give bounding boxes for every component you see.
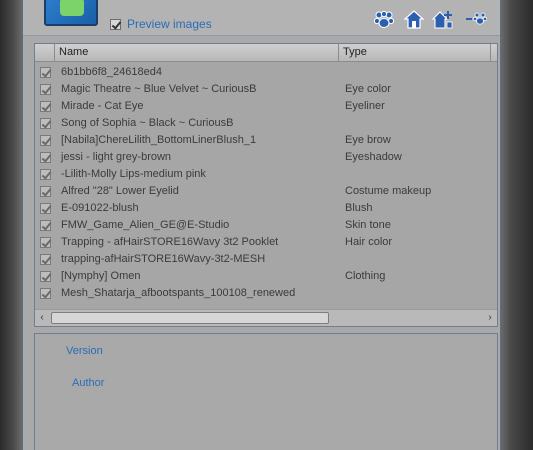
item-checkbox[interactable] — [40, 101, 51, 112]
main-panel: Preview images Name Type 6b1bb6f8_24618e… — [22, 0, 501, 450]
list-item[interactable]: Mirade - Cat Eye Eyeliner — [35, 98, 497, 115]
window-frame-left — [0, 0, 22, 450]
minus-paw-icon[interactable] — [465, 8, 488, 30]
item-name: Song of Sophia ~ Black ~ CuriousB — [61, 117, 234, 129]
list-item[interactable]: trapping-afHairSTORE16Wavy-3t2-MESH — [35, 251, 497, 268]
item-checkbox[interactable] — [40, 169, 51, 180]
item-name: trapping-afHairSTORE16Wavy-3t2-MESH — [61, 253, 266, 265]
item-checkbox[interactable] — [40, 271, 51, 282]
header-name[interactable]: Name — [55, 44, 339, 61]
house-icon[interactable] — [403, 8, 425, 30]
item-checkbox[interactable] — [40, 186, 51, 197]
item-type: Clothing — [345, 270, 386, 282]
item-checkbox[interactable] — [40, 237, 51, 248]
header-type[interactable]: Type — [339, 44, 491, 61]
item-name: [Nabila]ChereLilith_BottomLinerBlush_1 — [61, 134, 257, 146]
item-name: jessi - light grey-brown — [61, 151, 172, 163]
item-name: [Nymphy] Omen — [61, 270, 141, 282]
list-item[interactable]: E-091022-blush Blush — [35, 200, 497, 217]
list-item[interactable]: FMW_Game_Alien_GE@E-Studio Skin tone — [35, 217, 497, 234]
item-type: Eyeliner — [345, 100, 385, 112]
preview-images-checkbox[interactable] — [110, 19, 121, 30]
item-name: Mirade - Cat Eye — [61, 100, 144, 112]
list-rows: 6b1bb6f8_24618ed4 Magic Theatre ~ Blue Ve… — [35, 64, 497, 302]
item-type: Skin tone — [345, 219, 391, 231]
list-item[interactable]: jessi - light grey-brown Eyeshadow — [35, 149, 497, 166]
app-logo — [44, 0, 98, 26]
item-checkbox[interactable] — [40, 220, 51, 231]
item-checkbox[interactable] — [40, 288, 51, 299]
list-item[interactable]: Song of Sophia ~ Black ~ CuriousB — [35, 115, 497, 132]
list-header: Name Type — [35, 44, 497, 62]
scroll-right-arrow[interactable]: › — [483, 310, 497, 326]
item-name: FMW_Game_Alien_GE@E-Studio — [61, 219, 230, 231]
scroll-left-arrow[interactable]: ‹ — [35, 310, 49, 326]
item-checkbox[interactable] — [40, 254, 51, 265]
item-name: E-091022-blush — [61, 202, 139, 214]
version-label: Version — [66, 345, 103, 357]
item-name: Magic Theatre ~ Blue Velvet ~ CuriousB — [61, 83, 257, 95]
paw-icon[interactable] — [373, 8, 395, 30]
scrollbar-thumb[interactable] — [51, 312, 329, 324]
list-item[interactable]: [Nymphy] Omen Clothing — [35, 268, 497, 285]
item-name: 6b1bb6f8_24618ed4 — [61, 66, 162, 78]
list-item[interactable]: Alfred "28" Lower Eyelid Costume makeup — [35, 183, 497, 200]
item-type: Blush — [345, 202, 373, 214]
house-plus-icon[interactable] — [431, 8, 454, 30]
item-checkbox[interactable] — [40, 84, 51, 95]
preview-images-label[interactable]: Preview images — [127, 17, 212, 31]
list-item[interactable]: Trapping - afHairSTORE16Wavy 3t2 Pooklet… — [35, 234, 497, 251]
info-panel: Version Author — [34, 333, 498, 450]
item-checkbox[interactable] — [40, 152, 51, 163]
logo-glyph — [60, 0, 84, 16]
list-item[interactable]: -Lilith-Molly Lips-medium pink — [35, 166, 497, 183]
item-type: Eyeshadow — [345, 151, 402, 163]
item-checkbox[interactable] — [40, 203, 51, 214]
list-item[interactable]: Mesh_Shatarja_afbootspants_100108_renewe… — [35, 285, 497, 302]
item-type: Eye color — [345, 83, 391, 95]
item-checkbox[interactable] — [40, 67, 51, 78]
list-item[interactable]: [Nabila]ChereLilith_BottomLinerBlush_1 Ey… — [35, 132, 497, 149]
item-checkbox[interactable] — [40, 135, 51, 146]
horizontal-scrollbar[interactable]: ‹ › — [35, 309, 497, 326]
item-type: Eye brow — [345, 134, 391, 146]
header-check-column[interactable] — [35, 44, 55, 61]
list-item[interactable]: 6b1bb6f8_24618ed4 — [35, 64, 497, 81]
item-name: Mesh_Shatarja_afbootspants_100108_renewe… — [61, 287, 296, 299]
item-name: -Lilith-Molly Lips-medium pink — [61, 168, 206, 180]
item-type: Costume makeup — [345, 185, 432, 197]
item-name: Alfred "28" Lower Eyelid — [61, 185, 179, 197]
item-name: Trapping - afHairSTORE16Wavy 3t2 Pooklet — [61, 236, 279, 248]
toolbar: Preview images — [23, 0, 500, 36]
author-label: Author — [72, 377, 105, 389]
items-list[interactable]: Name Type 6b1bb6f8_24618ed4 Magic Theatre… — [34, 43, 498, 327]
window-frame-right — [501, 0, 533, 450]
item-checkbox[interactable] — [40, 118, 51, 129]
list-item[interactable]: Magic Theatre ~ Blue Velvet ~ CuriousB Ey… — [35, 81, 497, 98]
item-type: Hair color — [345, 236, 393, 248]
